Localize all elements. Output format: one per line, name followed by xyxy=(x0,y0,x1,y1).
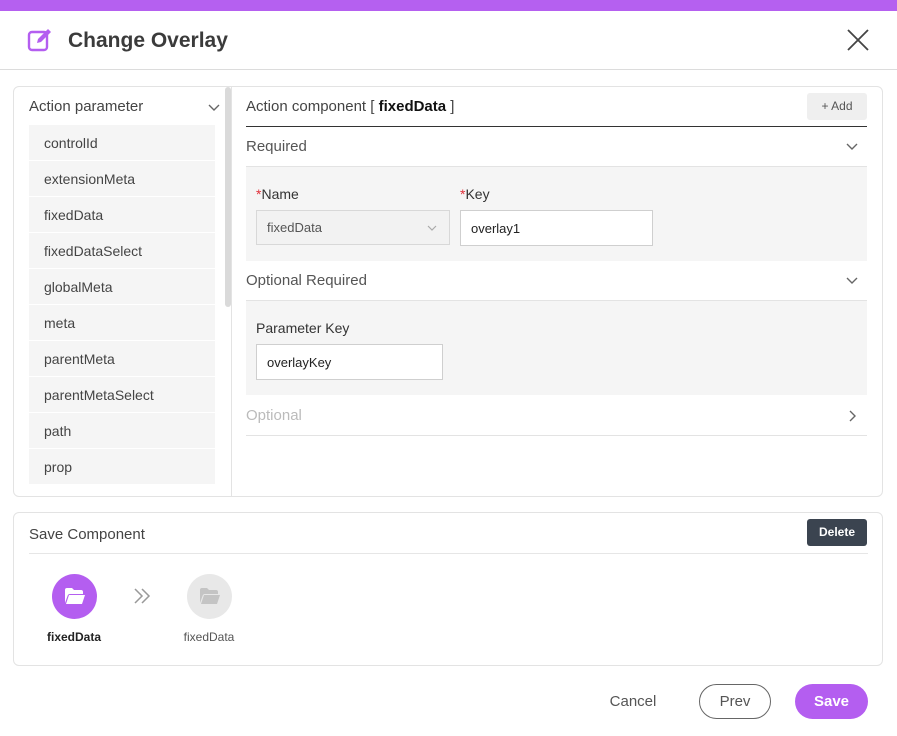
action-parameter-label: Action parameter xyxy=(29,98,144,115)
step-name: fixedData xyxy=(46,630,102,644)
parameter-list-item[interactable]: fixedDataSelect xyxy=(29,233,215,269)
parameter-list-item[interactable]: parentMeta xyxy=(29,341,215,377)
chevron-right-icon[interactable] xyxy=(845,409,859,423)
optional-section-label: Optional xyxy=(246,407,302,424)
action-component-title: Action component [ fixedData ] xyxy=(246,98,455,115)
name-field-label: *Name xyxy=(256,186,299,202)
chevron-down-icon[interactable] xyxy=(845,274,859,288)
action-parameter-header[interactable]: Action parameter xyxy=(29,97,220,125)
action-component-area: Action component [ fixedData ] + Add Req… xyxy=(246,87,867,496)
parameter-key-label: Parameter Key xyxy=(256,320,350,336)
optional-required-section-header[interactable]: Optional Required xyxy=(246,261,867,301)
edit-icon xyxy=(27,29,51,52)
save-component-header: Save Component Delete xyxy=(29,513,868,554)
parameter-list-item[interactable]: globalMeta xyxy=(29,269,215,305)
parameter-key-input[interactable] xyxy=(256,344,443,380)
step-item-active[interactable]: fixedData xyxy=(39,574,109,644)
name-select-value: fixedData xyxy=(267,220,322,235)
optional-required-section-body: Parameter Key xyxy=(246,301,867,395)
parameter-list-item[interactable]: path xyxy=(29,413,215,449)
parameter-list-item[interactable]: prop xyxy=(29,449,215,485)
optional-section-header[interactable]: Optional xyxy=(246,396,867,436)
action-panel: Action parameter controlId extensionMeta f… xyxy=(13,86,883,497)
action-parameter-list: controlId extensionMeta fixedData fixedData… xyxy=(29,125,215,497)
action-component-header: Action component [ fixedData ] + Add xyxy=(246,87,867,127)
parameter-list-item[interactable]: fixedData xyxy=(29,197,215,233)
parameter-list-item[interactable]: parentMetaSelect xyxy=(29,377,215,413)
panel-divider xyxy=(231,87,232,496)
required-section-label: Required xyxy=(246,138,307,155)
close-icon[interactable] xyxy=(846,28,870,52)
required-section-header[interactable]: Required xyxy=(246,127,867,167)
cancel-button[interactable]: Cancel xyxy=(597,684,669,719)
chevron-down-icon[interactable] xyxy=(845,140,859,154)
chevron-down-icon[interactable] xyxy=(207,101,221,115)
save-button[interactable]: Save xyxy=(795,684,868,719)
dialog-header: Change Overlay xyxy=(0,11,897,70)
parameter-list-item[interactable]: extensionMeta xyxy=(29,161,215,197)
step-circle[interactable] xyxy=(51,574,97,619)
add-button[interactable]: + Add xyxy=(807,93,867,120)
save-component-label: Save Component xyxy=(29,526,145,543)
required-section-body: *Name fixedData *Key xyxy=(246,167,867,261)
top-accent-bar xyxy=(0,0,897,11)
delete-button[interactable]: Delete xyxy=(807,519,867,546)
parameter-list-item[interactable]: controlId xyxy=(29,125,215,161)
folder-open-icon xyxy=(199,588,220,604)
name-select[interactable]: fixedData xyxy=(256,210,450,245)
dialog-title: Change Overlay xyxy=(68,29,228,52)
add-button-label: Add xyxy=(831,99,853,113)
double-chevron-right-icon xyxy=(134,588,151,604)
step-item-inactive[interactable]: fixedData xyxy=(174,574,244,644)
chevron-down-icon xyxy=(427,225,437,231)
key-field-label: *Key xyxy=(460,186,490,202)
step-circle[interactable] xyxy=(186,574,232,619)
key-input[interactable] xyxy=(460,210,653,246)
prev-button[interactable]: Prev xyxy=(699,684,771,719)
plus-icon: + xyxy=(821,99,829,113)
save-component-panel: Save Component Delete fixedData fixedDat… xyxy=(13,512,883,666)
parameter-list-item[interactable]: meta xyxy=(29,305,215,341)
step-name: fixedData xyxy=(183,630,235,644)
optional-required-section-label: Optional Required xyxy=(246,272,367,289)
action-component-name: fixedData xyxy=(378,98,447,115)
folder-open-icon xyxy=(64,588,85,604)
